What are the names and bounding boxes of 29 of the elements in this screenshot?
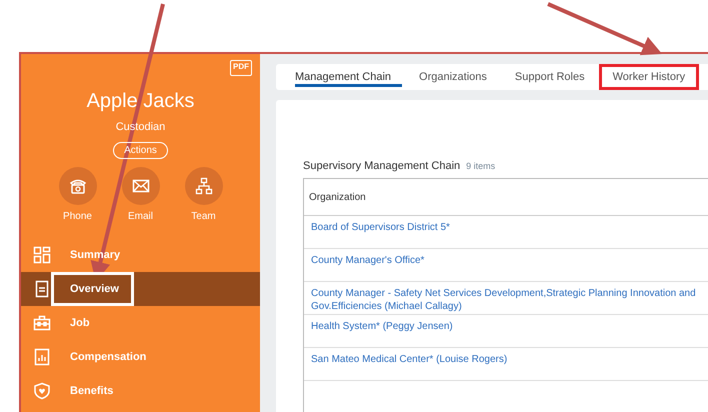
envelope-icon [132,177,150,195]
contact-label: Team [191,211,216,222]
organization-link[interactable]: San Mateo Medical Center* (Louise Rogers) [311,353,696,366]
job-title: Custodian [114,121,166,133]
benefits-icon [33,382,51,400]
job-icon [33,314,51,332]
nav-item[interactable]: Overview [21,272,260,306]
phone-button[interactable] [58,167,96,205]
contact-label: Email [128,211,153,222]
column-header: Organization [304,179,708,216]
overview-icon [33,280,51,298]
item-count: 9 items [466,161,496,171]
email-button[interactable] [122,167,160,205]
org-chart-icon [194,177,212,195]
worker-name: Apple Jacks [86,90,196,113]
team-button[interactable] [184,167,222,205]
tab[interactable]: Management Chain [292,64,406,90]
organization-link[interactable]: County Manager's Office* [311,254,696,267]
compensation-icon [33,348,51,366]
tab[interactable]: Support Roles [500,64,599,90]
organization-link[interactable]: County Manager - Safety Net Services Development,Strategic Planning Innovation and Gov.Efficiencies (Michael Callagy) [311,287,696,313]
organization-link[interactable]: Health System* (Peggy Jensen) [311,320,696,333]
telephone-icon [68,177,86,195]
tab[interactable]: Worker History [598,64,700,90]
summary-icon [33,246,51,264]
contact-label: Phone [63,211,92,222]
organization-link[interactable]: Board of Supervisors District 5* [311,221,696,234]
tab[interactable]: Organizations [405,64,501,90]
section-title: Supervisory Management Chain [303,160,460,172]
